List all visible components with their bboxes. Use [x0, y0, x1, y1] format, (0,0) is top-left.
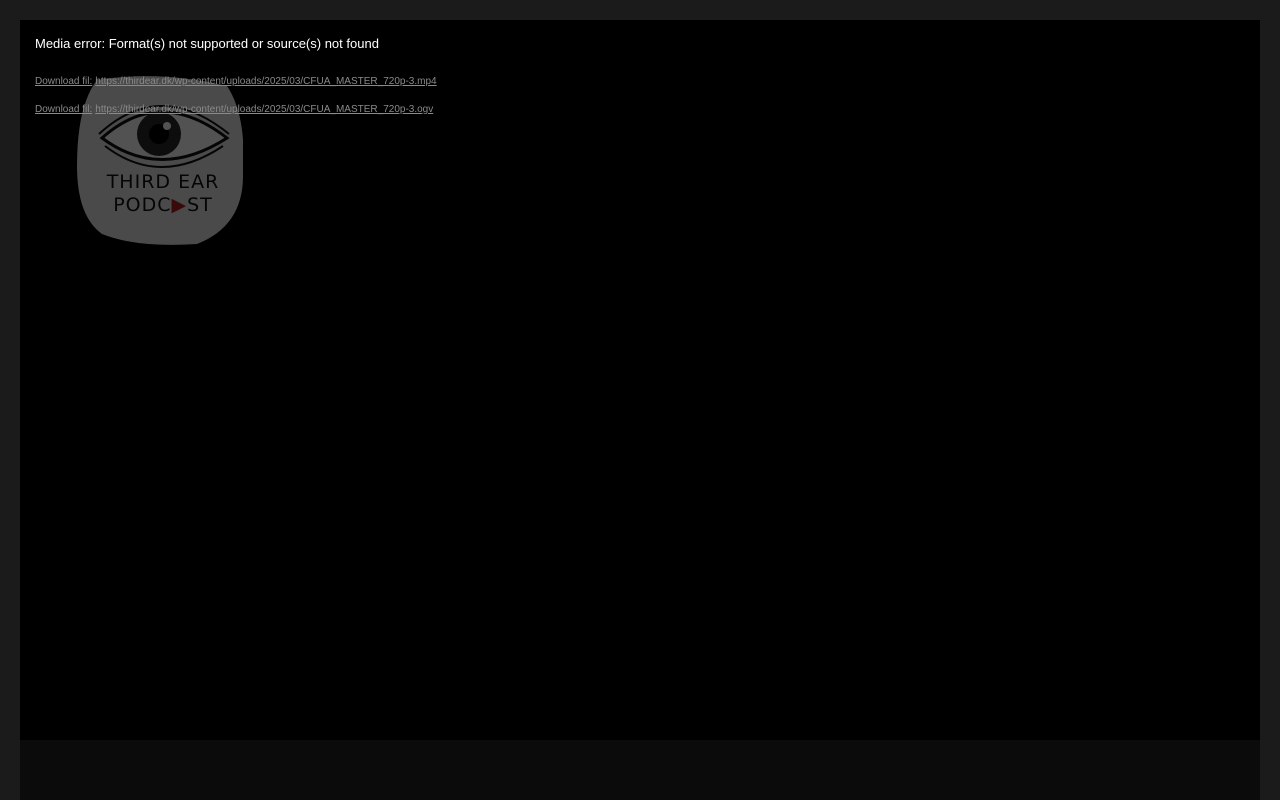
page: THIRD EAR PODC▶ST Media error: Format(s)…	[0, 0, 1280, 800]
video-player[interactable]: THIRD EAR PODC▶ST Media error: Format(s)…	[20, 20, 1260, 740]
media-error-message: Media error: Format(s) not supported or …	[35, 36, 379, 51]
logo-line-2-part-1: PODC	[113, 194, 171, 216]
third-ear-podcast-logo: THIRD EAR PODC▶ST	[77, 76, 243, 245]
download-link-mp4[interactable]: Download fil: https://thirdear.dk/wp-cont…	[35, 76, 437, 88]
download-link-ogv[interactable]: Download fil: https://thirdear.dk/wp-cont…	[35, 104, 433, 116]
logo-line-2-part-2: ST	[187, 194, 213, 216]
download-label: Download fil:	[35, 76, 93, 87]
logo-line-1: THIRD EAR	[106, 171, 220, 193]
below-player-area	[20, 740, 1260, 800]
play-icon: ▶	[172, 194, 188, 216]
download-label: Download fil:	[35, 104, 93, 115]
download-url: https://thirdear.dk/wp-content/uploads/2…	[95, 76, 437, 87]
download-url: https://thirdear.dk/wp-content/uploads/2…	[95, 104, 434, 115]
svg-text:PODC▶ST: PODC▶ST	[113, 194, 213, 216]
